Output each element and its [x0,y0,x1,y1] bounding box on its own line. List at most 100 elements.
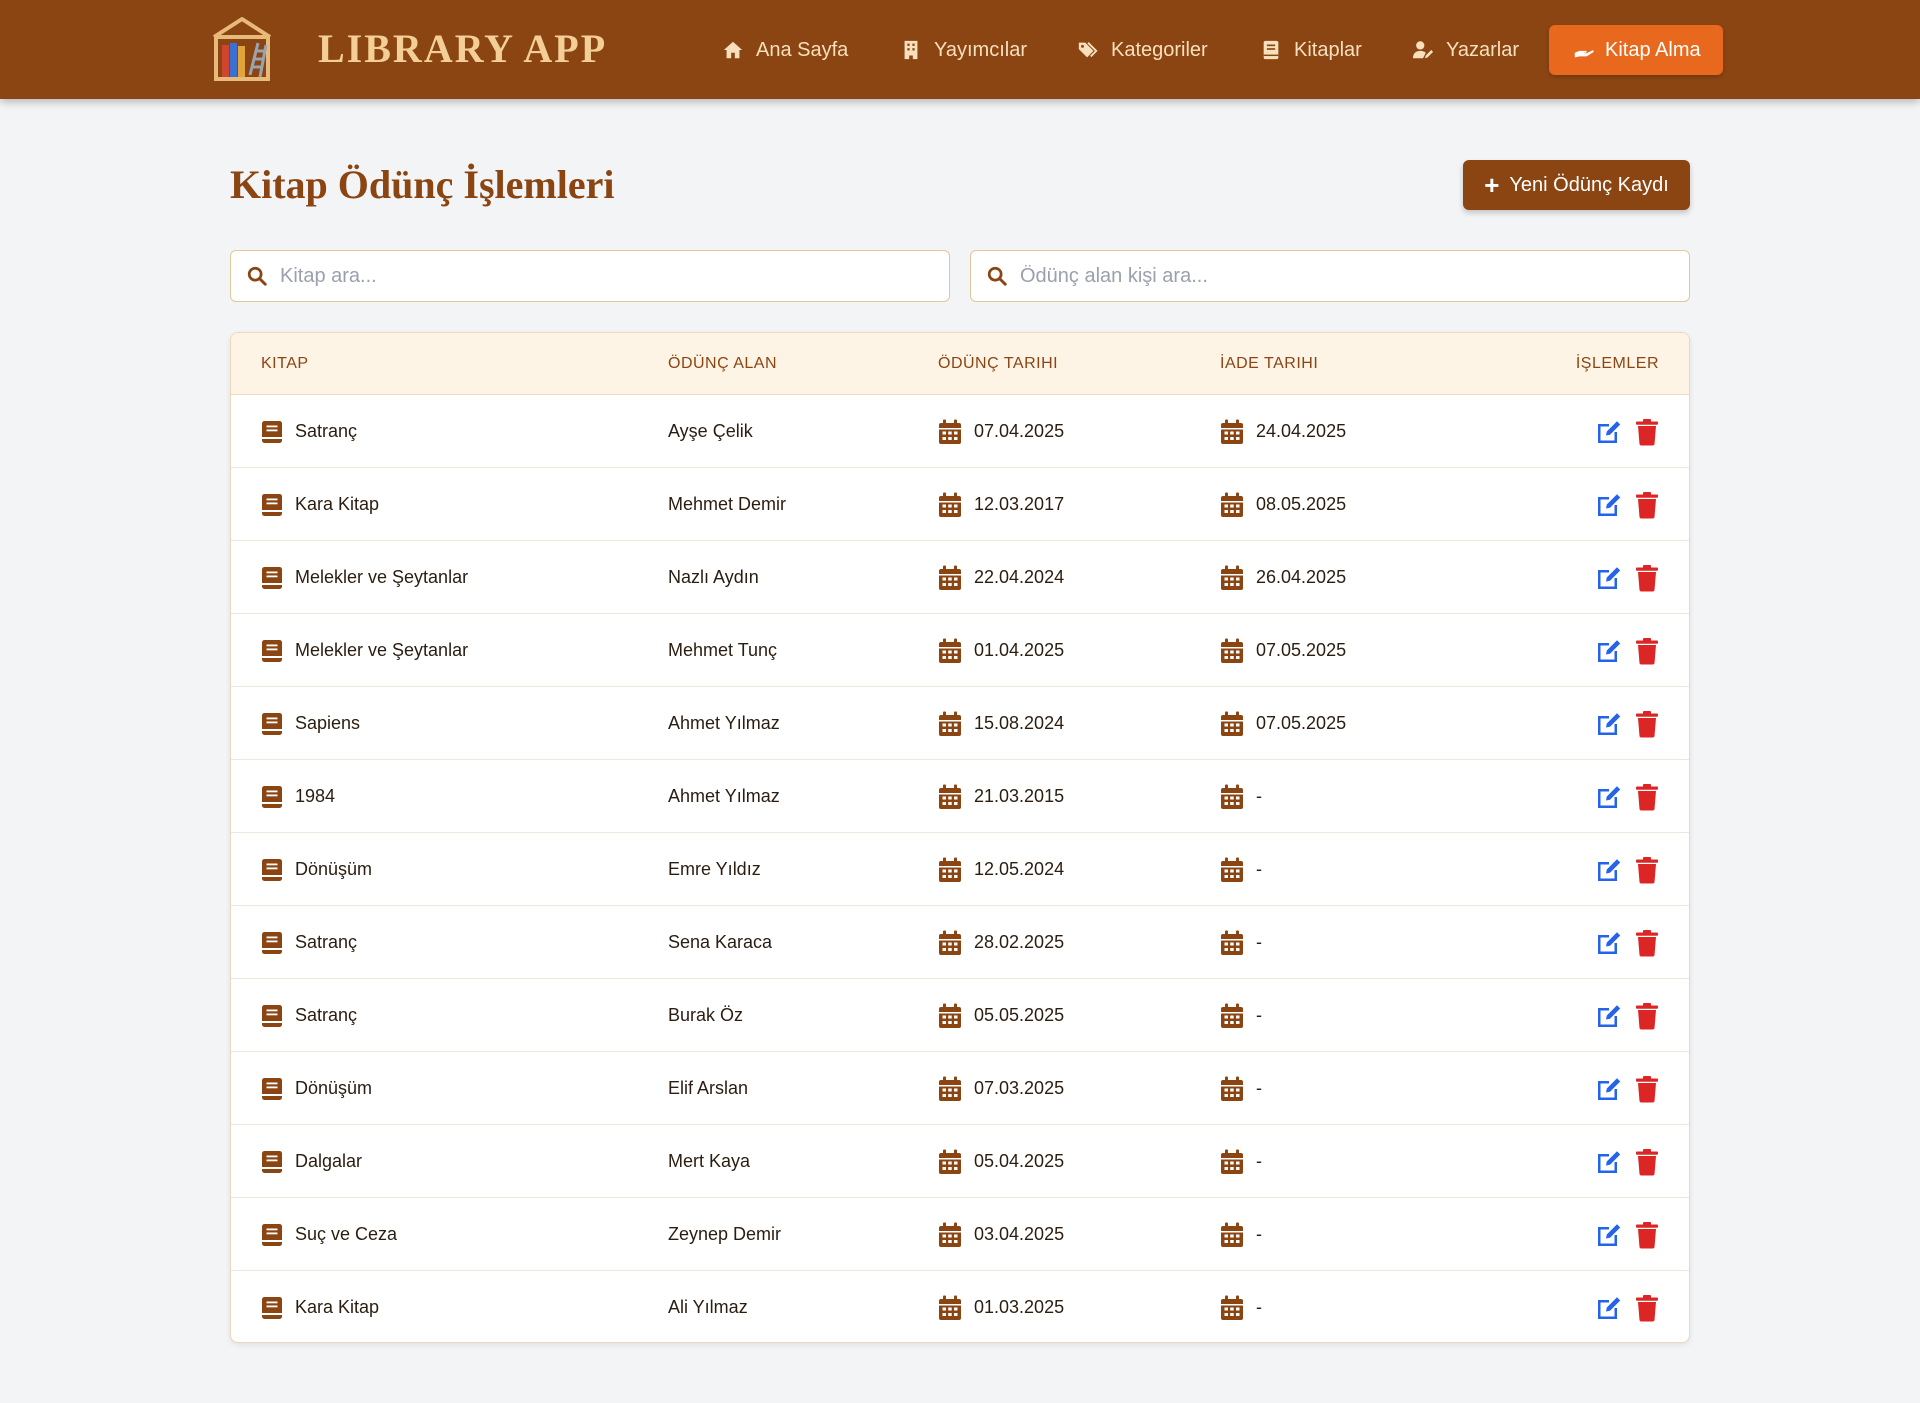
column-header-return-date[interactable]: İADE TARIHI [1220,333,1318,395]
calendar-icon [938,1222,962,1248]
return-date-cell: - [1220,979,1262,1052]
return-date: - [1256,1078,1262,1098]
row-actions [1595,833,1659,906]
book-search-box [230,250,950,302]
nav-item-categories[interactable]: Kategoriler [1075,25,1208,75]
edit-icon[interactable] [1595,1294,1623,1322]
borrow-date: 07.04.2025 [974,421,1065,441]
trash-icon[interactable] [1635,710,1659,738]
edit-icon[interactable] [1595,637,1623,665]
nav-item-home[interactable]: Ana Sayfa [720,25,848,75]
table-row: Suç ve Ceza Zeynep Demir 03.04.2025 - [231,1198,1689,1271]
book-cell: Dönüşüm [261,1052,372,1125]
book-title: 1984 [295,786,336,806]
person-search-input[interactable] [1020,264,1660,288]
trash-icon[interactable] [1635,856,1659,884]
row-actions [1595,1125,1659,1198]
borrower-cell: Ahmet Yılmaz [668,713,780,733]
return-date-cell: - [1220,760,1262,833]
book-title: Satranç [295,421,358,441]
edit-icon[interactable] [1595,491,1623,519]
return-date: - [1256,1224,1262,1244]
trash-icon[interactable] [1635,418,1659,446]
calendar-icon [938,784,962,810]
trash-icon[interactable] [1635,1075,1659,1103]
book-title: Sapiens [295,713,361,733]
trash-icon[interactable] [1635,783,1659,811]
table-body: Satranç Ayşe Çelik 07.04.2025 24.04.2025 [231,395,1689,1342]
new-loan-button-label: Yeni Ödünç Kaydı [1509,173,1669,196]
book-icon [261,566,283,590]
trash-icon[interactable] [1635,1148,1659,1176]
borrower-cell: Ali Yılmaz [668,1297,748,1317]
calendar-icon [938,857,962,883]
table-row: Dönüşüm Elif Arslan 07.03.2025 - [231,1052,1689,1125]
edit-icon[interactable] [1595,929,1623,957]
book-cell: Kara Kitap [261,1271,380,1342]
borrow-date-cell: 01.04.2025 [938,614,1064,687]
return-date: - [1256,932,1262,952]
nav-item-borrow[interactable]: Kitap Alma [1549,25,1723,75]
calendar-icon [938,930,962,956]
nav-item-authors[interactable]: Yazarlar [1410,25,1519,75]
trash-icon[interactable] [1635,564,1659,592]
nav-item-publishers[interactable]: Yayımcılar [898,25,1027,75]
column-header-borrow-date[interactable]: ÖDÜNÇ TARIHI [938,333,1058,395]
book-search-input[interactable] [280,264,920,288]
book-title: Satranç [295,932,358,952]
trash-icon[interactable] [1635,637,1659,665]
borrow-date-cell: 07.04.2025 [938,395,1064,468]
edit-icon[interactable] [1595,783,1623,811]
calendar-icon [1220,930,1244,956]
book-icon [261,1077,283,1101]
nav-label: Kategoriler [1111,38,1208,61]
borrow-date: 05.04.2025 [974,1151,1065,1171]
borrower-cell: Ahmet Yılmaz [668,786,780,806]
borrower-cell: Burak Öz [668,1005,744,1025]
trash-icon[interactable] [1635,929,1659,957]
book-cell: Kara Kitap [261,468,379,541]
return-date-cell: - [1220,1271,1262,1342]
borrow-date-cell: 15.08.2024 [938,687,1064,760]
trash-icon[interactable] [1635,1294,1659,1322]
nav-label: Yayımcılar [934,38,1027,61]
navbar: LIBRARY APP Ana Sayfa Yayımcılar Kategor… [0,0,1920,99]
return-date: - [1256,1151,1262,1171]
book-title: Melekler ve Şeytanlar [295,640,469,660]
edit-icon[interactable] [1595,1075,1623,1103]
edit-icon[interactable] [1595,1148,1623,1176]
calendar-icon [1220,1295,1244,1321]
table-row: Sapiens Ahmet Yılmaz 15.08.2024 07.05.20… [231,687,1689,760]
calendar-icon [938,1003,962,1029]
home-icon [720,37,746,63]
borrow-date-cell: 12.03.2017 [938,468,1064,541]
calendar-icon [1220,492,1244,518]
table-row: Satranç Burak Öz 05.05.2025 - [231,979,1689,1052]
edit-icon[interactable] [1595,710,1623,738]
edit-icon[interactable] [1595,564,1623,592]
borrower-cell: Elif Arslan [668,1078,749,1098]
book-title: Kara Kitap [295,1297,380,1317]
nav-item-books[interactable]: Kitaplar [1258,25,1362,75]
edit-icon[interactable] [1595,418,1623,446]
borrow-date: 21.03.2015 [974,786,1065,806]
new-loan-button[interactable]: + Yeni Ödünç Kaydı [1463,160,1690,210]
user-pen-icon [1410,37,1436,63]
edit-icon[interactable] [1595,1002,1623,1030]
trash-icon[interactable] [1635,491,1659,519]
book-cell: Melekler ve Şeytanlar [261,614,468,687]
return-date-cell: 26.04.2025 [1220,541,1346,614]
trash-icon[interactable] [1635,1221,1659,1249]
loans-table: KITAP ÖDÜNÇ ALAN ÖDÜNÇ TARIHI İADE TARIH… [230,332,1690,1343]
borrow-date-cell: 01.03.2025 [938,1271,1064,1342]
column-header-borrower[interactable]: ÖDÜNÇ ALAN [668,333,777,395]
column-header-book[interactable]: KITAP [261,333,309,395]
edit-icon[interactable] [1595,1221,1623,1249]
calendar-icon [1220,638,1244,664]
row-actions [1595,760,1659,833]
building-icon [898,37,924,63]
borrower-cell: Nazlı Aydın [668,567,759,587]
return-date-cell: - [1220,1198,1262,1271]
trash-icon[interactable] [1635,1002,1659,1030]
edit-icon[interactable] [1595,856,1623,884]
